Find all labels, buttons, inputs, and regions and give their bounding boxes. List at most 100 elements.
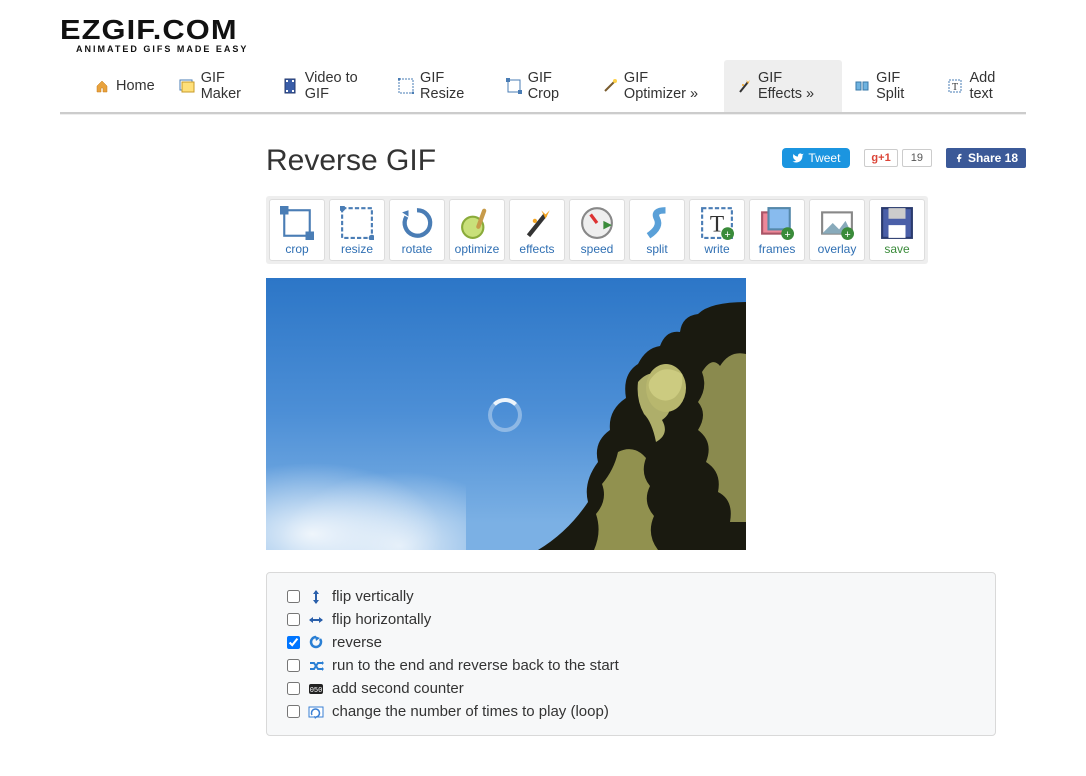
wand-icon <box>602 78 618 94</box>
tool-resize-button[interactable]: resize <box>329 199 385 261</box>
reverse-icon <box>308 635 324 651</box>
tool-label: resize <box>332 242 382 256</box>
option-label: flip horizontally <box>332 611 431 628</box>
option-label: run to the end and reverse back to the s… <box>332 657 619 674</box>
fliph-icon <box>308 612 324 628</box>
gplus-count: 19 <box>902 149 932 167</box>
nav-add-text[interactable]: Add text <box>935 60 1026 112</box>
save-icon <box>880 206 914 240</box>
option-shuffle-checkbox[interactable] <box>287 659 300 672</box>
option-fliph[interactable]: flip horizontally <box>287 608 975 631</box>
option-shuffle[interactable]: run to the end and reverse back to the s… <box>287 654 975 677</box>
option-reverse[interactable]: reverse <box>287 631 975 654</box>
split-icon <box>640 206 674 240</box>
gplus-share-button[interactable]: g+1 19 <box>864 149 932 167</box>
resize-icon <box>340 206 374 240</box>
option-label: reverse <box>332 634 382 651</box>
nav-gif-split[interactable]: GIF Split <box>842 60 935 112</box>
tool-rotate-button[interactable]: rotate <box>389 199 445 261</box>
nav-label: Add text <box>969 70 1014 102</box>
site-logo[interactable]: EZGIF.COM ANIMATED GIFS MADE EASY <box>60 0 1026 60</box>
tool-save-button[interactable]: save <box>869 199 925 261</box>
nav-gif-crop[interactable]: GIF Crop <box>494 60 590 112</box>
nav-label: GIF Resize <box>420 70 482 102</box>
fb-label: Share 18 <box>968 151 1018 165</box>
tweet-label: Tweet <box>808 151 840 165</box>
crop-icon <box>280 206 314 240</box>
facebook-share-button[interactable]: Share 18 <box>946 148 1026 168</box>
tool-write-button[interactable]: write <box>689 199 745 261</box>
tool-crop-button[interactable]: crop <box>269 199 325 261</box>
nav-label: GIF Crop <box>528 70 578 102</box>
tool-frames-button[interactable]: frames <box>749 199 805 261</box>
optimize-icon <box>460 206 494 240</box>
tool-split-button[interactable]: split <box>629 199 685 261</box>
nav-home[interactable]: Home <box>82 68 167 104</box>
flipv-icon <box>308 589 324 605</box>
nav-label: Home <box>116 78 155 94</box>
option-fliph-checkbox[interactable] <box>287 613 300 626</box>
options-panel: flip vertically flip horizontally reverse r… <box>266 572 996 736</box>
text-icon <box>947 78 963 94</box>
main-nav: Home GIF Maker Video to GIF GIF Resize GIF C… <box>60 60 1026 114</box>
twitter-icon <box>792 152 804 164</box>
film-icon <box>283 78 299 94</box>
speed-icon <box>580 206 614 240</box>
tool-label: save <box>872 242 922 256</box>
option-loop[interactable]: change the number of times to play (loop… <box>287 700 975 723</box>
tool-speed-button[interactable]: speed <box>569 199 625 261</box>
tool-optimize-button[interactable]: optimize <box>449 199 505 261</box>
resize-icon <box>398 78 414 94</box>
frames-icon <box>179 78 195 94</box>
write-icon <box>700 206 734 240</box>
nav-gif-optimizer-[interactable]: GIF Optimizer » <box>590 60 724 112</box>
preview-statue <box>498 302 746 550</box>
tool-label: write <box>692 242 742 256</box>
option-label: change the number of times to play (loop… <box>332 703 609 720</box>
option-flipv[interactable]: flip vertically <box>287 585 975 608</box>
effects-icon <box>520 206 554 240</box>
preview-cloud <box>266 450 466 550</box>
tool-label: rotate <box>392 242 442 256</box>
tool-overlay-button[interactable]: overlay <box>809 199 865 261</box>
gplus-label: +1 <box>878 152 891 164</box>
frames-icon <box>760 206 794 240</box>
option-label: flip vertically <box>332 588 414 605</box>
rotate-icon <box>400 206 434 240</box>
nav-label: GIF Effects » <box>758 70 830 102</box>
nav-video-to-gif[interactable]: Video to GIF <box>271 60 386 112</box>
option-reverse-checkbox[interactable] <box>287 636 300 649</box>
option-label: add second counter <box>332 680 464 697</box>
nav-label: GIF Optimizer » <box>624 70 712 102</box>
nav-gif-maker[interactable]: GIF Maker <box>167 60 271 112</box>
logo-text: EZGIF.COM <box>60 14 1086 46</box>
social-buttons: Tweet g+1 19 Share 18 <box>782 148 1026 168</box>
nav-gif-resize[interactable]: GIF Resize <box>386 60 494 112</box>
split-icon <box>854 78 870 94</box>
tool-effects-button[interactable]: effects <box>509 199 565 261</box>
tool-label: speed <box>572 242 622 256</box>
facebook-icon <box>954 153 964 163</box>
home-icon <box>94 78 110 94</box>
tool-label: split <box>632 242 682 256</box>
counter-icon <box>308 681 324 697</box>
twitter-share-button[interactable]: Tweet <box>782 148 850 168</box>
gif-preview <box>266 278 746 550</box>
nav-label: GIF Split <box>876 70 923 102</box>
option-counter[interactable]: add second counter <box>287 677 975 700</box>
tool-label: optimize <box>452 242 502 256</box>
effects-icon <box>736 78 752 94</box>
option-flipv-checkbox[interactable] <box>287 590 300 603</box>
tool-label: frames <box>752 242 802 256</box>
tool-label: crop <box>272 242 322 256</box>
nav-label: Video to GIF <box>305 70 374 102</box>
option-loop-checkbox[interactable] <box>287 705 300 718</box>
tool-label: overlay <box>812 242 862 256</box>
loop-icon <box>308 704 324 720</box>
overlay-icon <box>820 206 854 240</box>
nav-gif-effects-[interactable]: GIF Effects » <box>724 60 842 112</box>
tool-label: effects <box>512 242 562 256</box>
option-counter-checkbox[interactable] <box>287 682 300 695</box>
nav-label: GIF Maker <box>201 70 259 102</box>
tool-toolbar: crop resize rotate optimize effects speed spli… <box>266 196 928 264</box>
